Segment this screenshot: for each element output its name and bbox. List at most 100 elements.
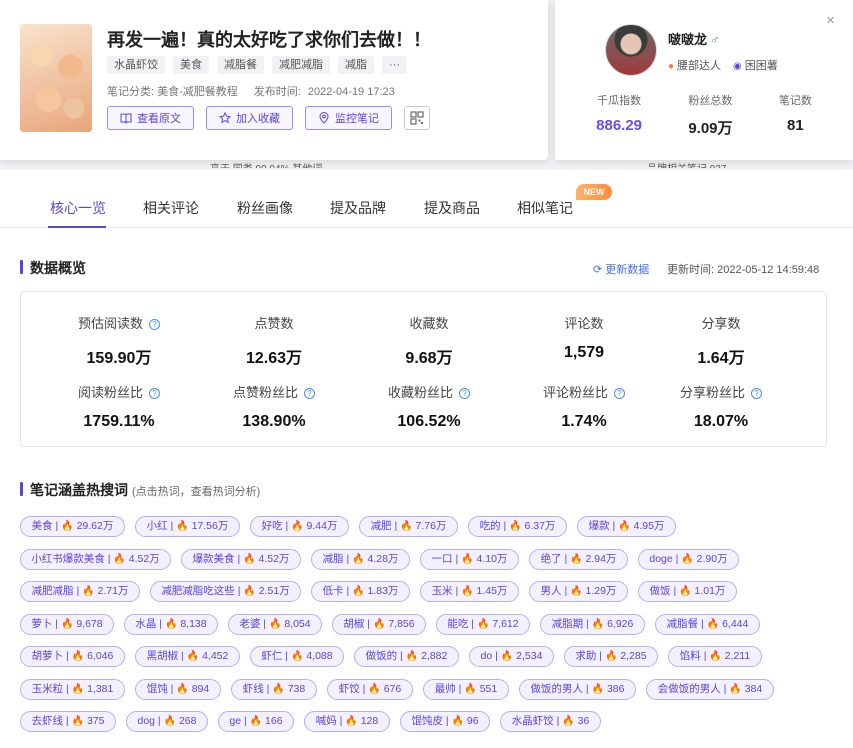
tab-brands[interactable]: 提及品牌 xyxy=(330,198,386,218)
keyword-chip[interactable]: 最帅 | 🔥 551 xyxy=(423,678,509,700)
stat-value: 1.64万 xyxy=(697,350,745,367)
keyword-text: 做饭的 | xyxy=(365,650,406,662)
keyword-text: 减脂餐 | xyxy=(666,617,707,630)
keyword-chip[interactable]: 低卡 | 🔥 1.83万 xyxy=(311,581,410,602)
overview-stat: 点赞粉丝比? 138.90% xyxy=(199,382,349,431)
keyword-chip[interactable]: 馅料 | 🔥 2,211 xyxy=(668,646,762,667)
close-icon[interactable]: × xyxy=(826,12,835,29)
author-type-tag: ◉ 困困薯 xyxy=(733,57,778,73)
keyword-chip[interactable]: 水晶虾饺 | 🔥 36 xyxy=(500,711,601,732)
refresh-data-button[interactable]: ⟳ 更新数据 xyxy=(593,261,649,277)
help-icon[interactable]: ? xyxy=(149,319,160,330)
keyword-count: 1.29万 xyxy=(582,585,617,597)
location-icon xyxy=(318,112,330,124)
help-icon[interactable]: ? xyxy=(304,388,315,399)
help-icon[interactable]: ? xyxy=(614,388,625,399)
note-tag: 减脂餐 xyxy=(217,56,264,74)
keyword-chip[interactable]: 萝卜 | 🔥 9,678 xyxy=(20,613,114,635)
keyword-chip[interactable]: 减肥减脂吃这些 | 🔥 2.51万 xyxy=(150,581,301,602)
update-time: 更新时间: 2022-05-12 14:59:48 xyxy=(667,264,820,276)
author-level-tag: ● 腰部达人 xyxy=(668,57,721,73)
keyword-chip[interactable]: 减脂餐 | 🔥 6,444 xyxy=(655,613,760,635)
help-icon[interactable]: ? xyxy=(751,388,762,399)
keyword-text: ge | xyxy=(229,715,250,727)
keyword-chip[interactable]: 绝了 | 🔥 2.94万 xyxy=(529,548,628,570)
tab-fan-profile[interactable]: 粉丝画像 xyxy=(237,198,293,218)
keyword-chip[interactable]: 馄饨 | 🔥 894 xyxy=(135,678,221,700)
flame-icon: 🔥 xyxy=(352,586,365,597)
keyword-chip[interactable]: 减脂 | 🔥 4.28万 xyxy=(311,548,410,570)
keyword-chip[interactable]: ge | 🔥 166 xyxy=(218,711,294,732)
keyword-chip[interactable]: 黑胡椒 | 🔥 4,452 xyxy=(135,646,240,667)
keyword-chip[interactable]: 玉米 | 🔥 1.45万 xyxy=(420,581,519,602)
keyword-chip[interactable]: 会做饭的男人 | 🔥 384 xyxy=(646,678,774,700)
help-icon[interactable]: ? xyxy=(149,388,160,399)
keyword-chip[interactable]: 老婆 | 🔥 8,054 xyxy=(228,613,322,635)
help-icon[interactable]: ? xyxy=(459,388,470,399)
keyword-count: 2.90万 xyxy=(693,552,728,565)
tab-similar-notes[interactable]: 相似笔记 xyxy=(517,198,573,218)
keyword-text: 求助 | xyxy=(575,650,605,662)
keyword-chip[interactable]: 做饭的 | 🔥 2,882 xyxy=(354,646,459,667)
keyword-chip[interactable]: 去虾线 | 🔥 375 xyxy=(20,711,116,732)
keyword-count: 1.45万 xyxy=(473,585,508,597)
flame-icon: 🔥 xyxy=(681,553,694,565)
overview-stats-box: 预估阅读数? 159.90万 点赞数 12.63万 收藏数 9.68万 评论数 1,579 分享… xyxy=(20,291,827,447)
author-level-label: 腰部达人 xyxy=(677,60,722,72)
note-thumbnail[interactable] xyxy=(20,24,92,132)
keyword-chip[interactable]: 减肥 | 🔥 7.76万 xyxy=(359,516,458,537)
keyword-chip[interactable]: do | 🔥 2,534 xyxy=(469,646,554,667)
keyword-chip[interactable]: 减肥减脂 | 🔥 2.71万 xyxy=(20,581,140,602)
keyword-count: 1.83万 xyxy=(364,585,399,597)
keyword-chip[interactable]: 美食 | 🔥 29.62万 xyxy=(20,516,125,537)
add-favorite-button[interactable]: 加入收藏 xyxy=(206,106,293,130)
stat-value: 1,579 xyxy=(563,344,605,361)
keyword-chip[interactable]: 水晶 | 🔥 8,138 xyxy=(124,613,218,635)
keyword-text: 馄饨 | xyxy=(146,682,177,695)
keyword-chip[interactable]: 胡萝卜 | 🔥 6,046 xyxy=(20,646,125,667)
monitor-note-button[interactable]: 监控笔记 xyxy=(305,106,392,130)
keyword-count: 6,926 xyxy=(604,617,634,630)
keyword-chip[interactable]: 小红书爆款美食 | 🔥 4.52万 xyxy=(20,548,171,570)
qr-code-button[interactable] xyxy=(404,106,430,130)
tab-comments[interactable]: 相关评论 xyxy=(143,198,199,218)
keyword-text: 做饭的男人 | xyxy=(530,682,592,695)
flame-icon: 🔥 xyxy=(186,651,200,662)
keyword-chip[interactable]: 好吃 | 🔥 9.44万 xyxy=(250,516,349,537)
tab-products[interactable]: 提及商品 xyxy=(424,198,480,218)
keyword-chip[interactable]: 一口 | 🔥 4.10万 xyxy=(420,548,519,570)
keyword-chip[interactable]: 男人 | 🔥 1.29万 xyxy=(529,581,628,602)
keyword-chip[interactable]: 小红 | 🔥 17.56万 xyxy=(135,516,240,537)
keyword-chip[interactable]: 虾饺 | 🔥 676 xyxy=(327,678,413,700)
keyword-text: 吃的 | xyxy=(479,520,510,532)
stat-label: 千瓜指数 xyxy=(597,95,642,107)
keyword-chip[interactable]: 爆款美食 | 🔥 4.52万 xyxy=(181,548,301,570)
tab-core-overview[interactable]: 核心一览 xyxy=(50,198,106,218)
keyword-chip[interactable]: 爆款 | 🔥 4.95万 xyxy=(577,516,676,537)
stat-label: 收藏数 xyxy=(409,316,449,331)
keyword-chip[interactable]: 吃的 | 🔥 6.37万 xyxy=(468,516,567,537)
keyword-chip[interactable]: 能吃 | 🔥 7,612 xyxy=(436,613,530,635)
flame-icon: 🔥 xyxy=(562,716,575,727)
keyword-chip[interactable]: 求助 | 🔥 2,285 xyxy=(564,646,658,667)
keyword-chip[interactable]: 虾线 | 🔥 738 xyxy=(231,678,317,700)
flame-icon: 🔥 xyxy=(164,618,178,630)
keyword-chip[interactable]: 玉米粒 | 🔥 1,381 xyxy=(20,678,125,700)
keyword-chip[interactable]: 馄饨皮 | 🔥 96 xyxy=(400,711,490,732)
avatar[interactable] xyxy=(605,24,657,76)
keyword-chip[interactable]: 喊妈 | 🔥 128 xyxy=(304,711,390,732)
keyword-chip[interactable]: 减脂期 | 🔥 6,926 xyxy=(540,613,645,635)
overview-stat: 预估阅读数? 159.90万 xyxy=(44,313,194,368)
keyword-chip[interactable]: dog | 🔥 268 xyxy=(126,711,208,732)
author-name-line[interactable]: 啵啵龙 ♂ xyxy=(668,29,720,48)
keyword-chip[interactable]: 胡椒 | 🔥 7,856 xyxy=(332,613,426,635)
keyword-text: 爆款 | xyxy=(588,520,619,532)
keyword-text: dog | xyxy=(137,715,164,727)
more-tags-button[interactable]: ··· xyxy=(382,56,407,74)
keyword-chip[interactable]: 做饭的男人 | 🔥 386 xyxy=(519,678,636,700)
keyword-chip[interactable]: doge | 🔥 2.90万 xyxy=(638,548,739,570)
view-original-button[interactable]: 查看原文 xyxy=(107,106,194,130)
keyword-chip[interactable]: 虾仁 | 🔥 4,088 xyxy=(250,646,344,667)
flame-icon: 🔥 xyxy=(290,651,304,662)
keyword-chip[interactable]: 做饭 | 🔥 1.01万 xyxy=(638,581,737,602)
